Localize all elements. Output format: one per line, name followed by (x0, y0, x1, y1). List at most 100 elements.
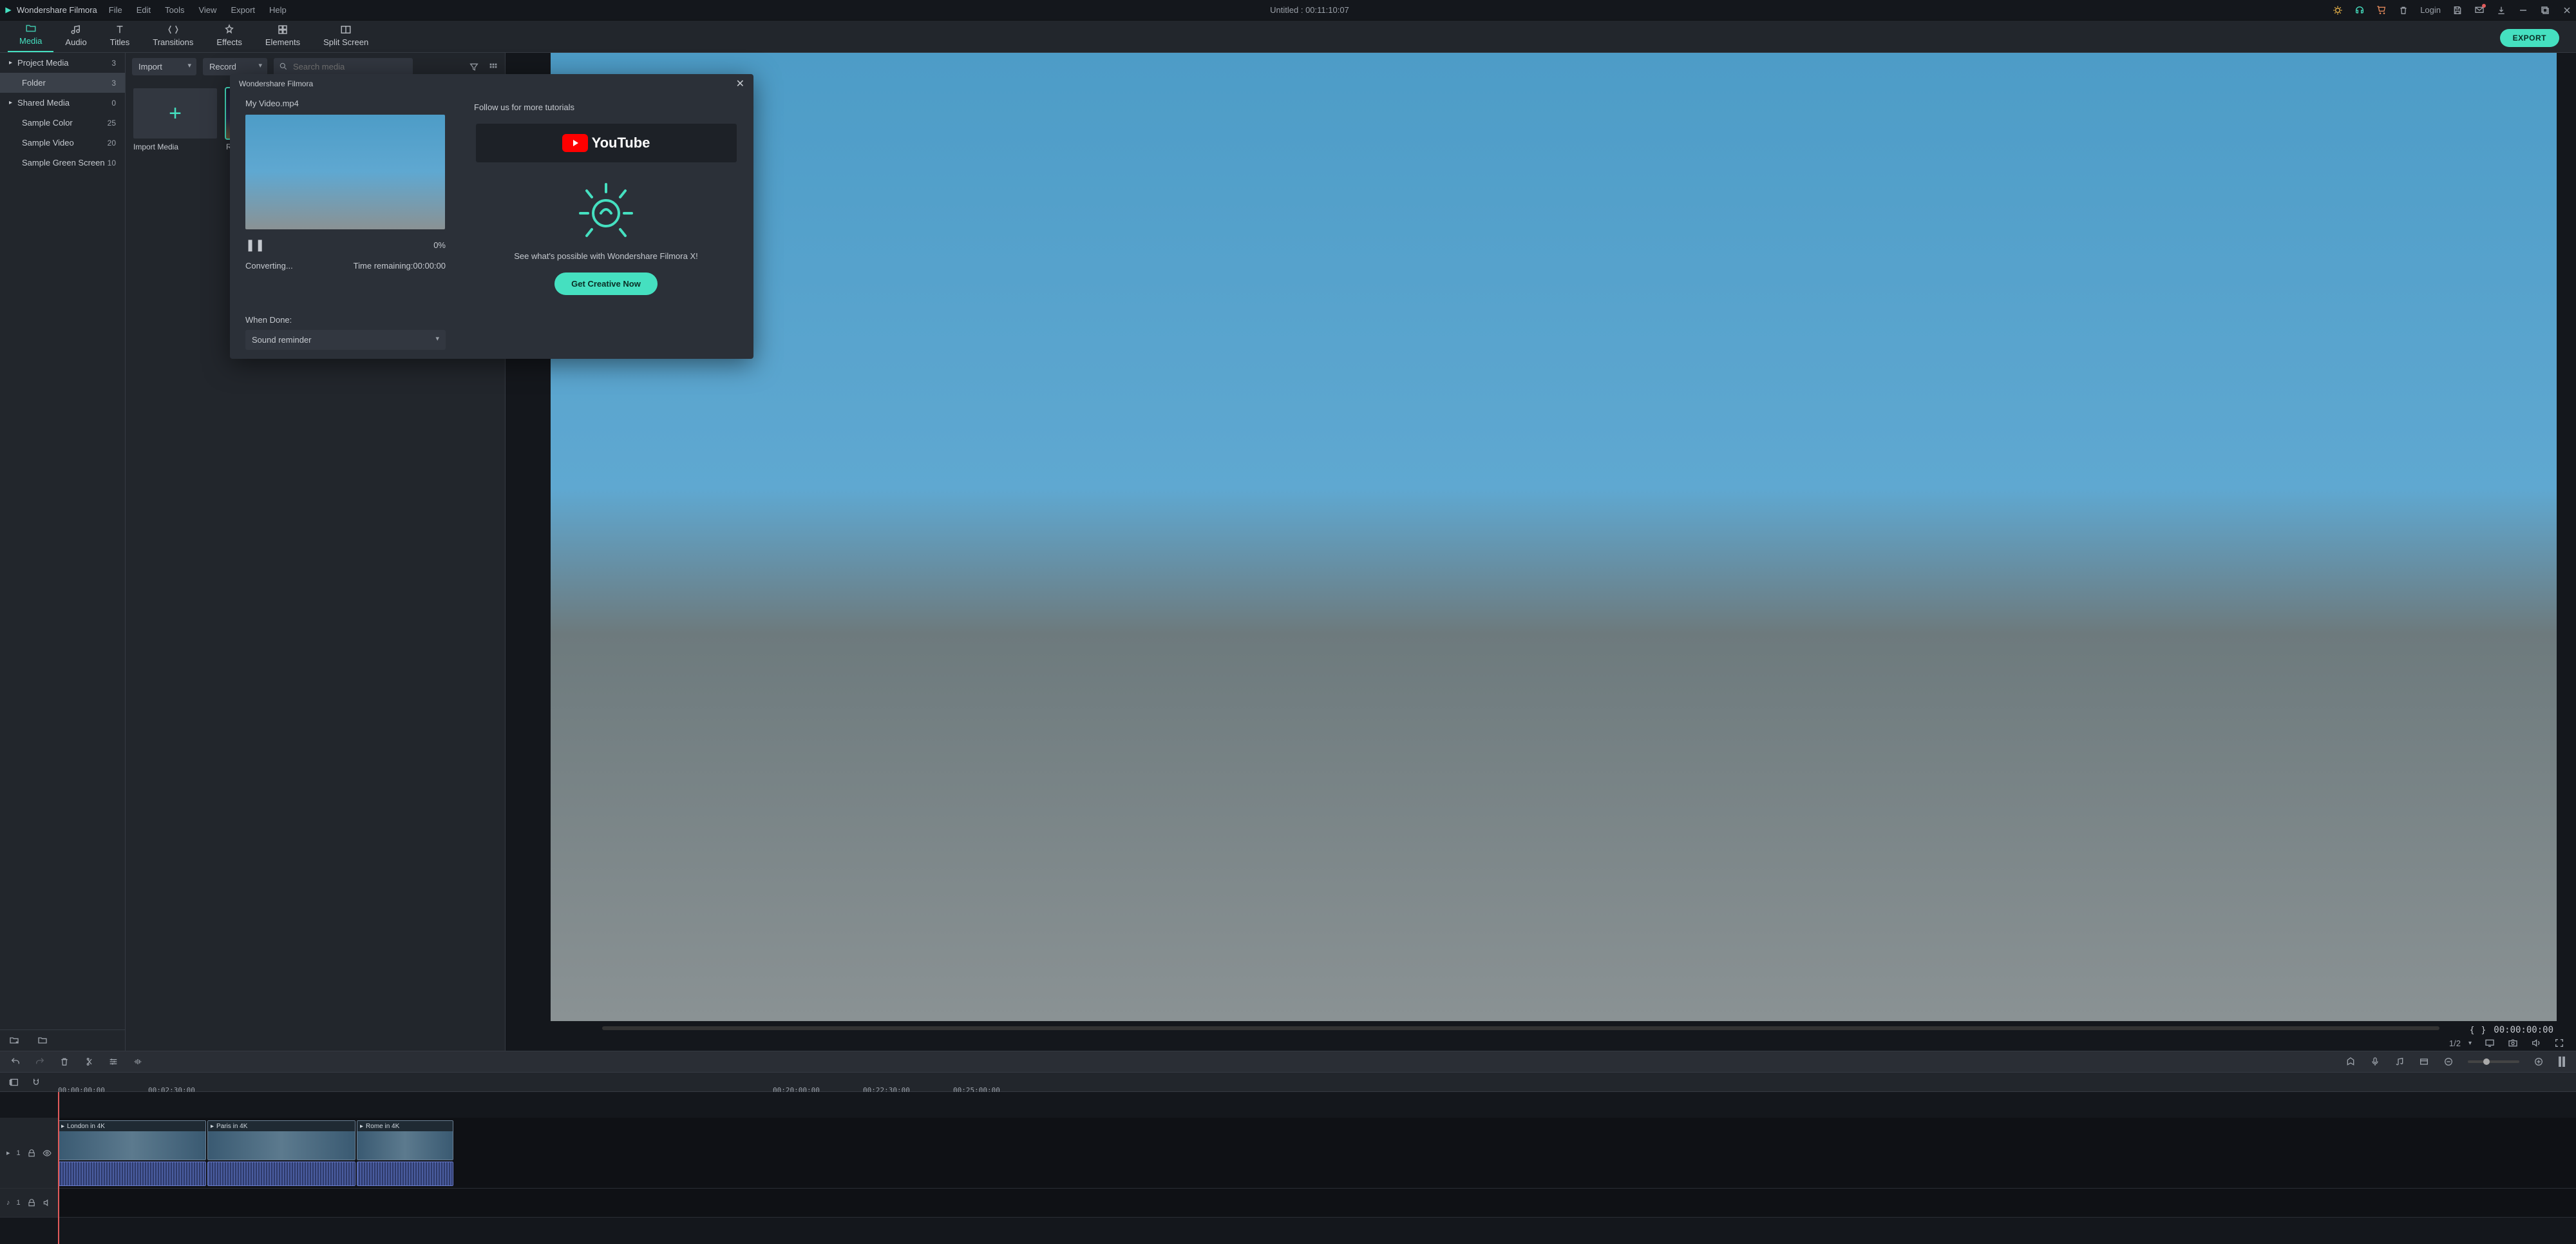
maximize-icon[interactable] (2540, 5, 2550, 15)
audio-track-header[interactable]: ♪ 1 (0, 1189, 58, 1217)
tab-audio[interactable]: Audio (53, 20, 98, 52)
timeline-clip[interactable]: ▸Rome in 4K (357, 1120, 453, 1160)
when-done-dropdown[interactable]: Sound reminder (245, 330, 446, 350)
adjust-icon[interactable] (108, 1057, 118, 1067)
redo-icon[interactable] (35, 1057, 45, 1067)
render-icon[interactable] (2419, 1057, 2429, 1067)
youtube-label: YouTube (592, 135, 650, 151)
support-icon[interactable] (2354, 5, 2365, 15)
sidebar-item-folder[interactable]: Folder 3 (0, 73, 125, 93)
new-folder-icon[interactable] (9, 1035, 19, 1046)
sidebar-item-sample-color[interactable]: Sample Color 25 (0, 113, 125, 133)
record-dropdown[interactable]: Record (203, 58, 267, 75)
timeline-audio-clip[interactable] (357, 1162, 453, 1186)
import-media-tile[interactable]: + Import Media (133, 88, 217, 151)
sidebar-item-label: Sample Green Screen (22, 158, 105, 167)
speaker-icon[interactable] (43, 1198, 52, 1208)
preview-scrubber[interactable] (602, 1026, 2439, 1030)
zoom-in-icon[interactable] (2533, 1057, 2544, 1067)
menu-view[interactable]: View (198, 5, 216, 15)
timeline-audio-clip[interactable] (58, 1162, 206, 1186)
clip-label: Rome in 4K (366, 1123, 399, 1130)
menu-edit[interactable]: Edit (137, 5, 151, 15)
get-creative-button[interactable]: Get Creative Now (554, 273, 658, 295)
login-button[interactable]: Login (2420, 5, 2441, 15)
follow-label: Follow us for more tutorials (474, 102, 574, 112)
timeline-clip[interactable]: ▸London in 4K (58, 1120, 206, 1160)
search-input[interactable] (274, 58, 413, 75)
eye-icon[interactable] (43, 1148, 52, 1158)
lock-icon[interactable] (27, 1198, 36, 1208)
when-done-value: Sound reminder (252, 335, 312, 345)
menu-help[interactable]: Help (269, 5, 287, 15)
zoom-out-icon[interactable] (2443, 1057, 2454, 1067)
tab-effects[interactable]: Effects (205, 20, 254, 52)
menu-file[interactable]: File (109, 5, 122, 15)
lock-icon[interactable] (27, 1148, 36, 1158)
page-indicator[interactable]: 1/2 ▾ (2449, 1038, 2472, 1048)
voiceover-icon[interactable] (2370, 1057, 2380, 1067)
export-dialog: Wondershare Filmora ✕ My Video.mp4 ❚❚ 0%… (230, 74, 753, 359)
sidebar-item-shared-media[interactable]: ▸Shared Media 0 (0, 93, 125, 113)
download-icon[interactable] (2496, 5, 2506, 15)
clip-label: London in 4K (67, 1123, 105, 1130)
tab-elements[interactable]: Elements (254, 20, 312, 52)
main-menu: File Edit Tools View Export Help (109, 5, 287, 15)
menu-export[interactable]: Export (231, 5, 255, 15)
zoom-slider[interactable] (2468, 1060, 2519, 1063)
audio-adjust-icon[interactable] (133, 1057, 143, 1067)
grid-view-icon[interactable] (488, 62, 498, 72)
display-icon[interactable] (2485, 1038, 2495, 1048)
minimize-icon[interactable] (2518, 5, 2528, 15)
tab-split-screen[interactable]: Split Screen (312, 20, 380, 52)
save-icon[interactable] (2452, 5, 2463, 15)
import-label: Import (138, 62, 162, 72)
track-manager-icon[interactable] (9, 1077, 19, 1087)
youtube-banner[interactable]: YouTube (476, 124, 737, 162)
page-label: 1/2 (2449, 1038, 2461, 1048)
audio-mix-icon[interactable] (2394, 1057, 2405, 1067)
preview-video[interactable] (551, 53, 2557, 1021)
sidebar-item-label: Sample Video (22, 138, 74, 148)
delete-icon[interactable] (59, 1057, 70, 1067)
trash-icon[interactable] (2398, 5, 2409, 15)
snapshot-icon[interactable] (2508, 1038, 2518, 1048)
dialog-close-icon[interactable]: ✕ (736, 77, 744, 90)
audio-track[interactable] (58, 1189, 2576, 1217)
tab-media[interactable]: Media (8, 19, 53, 52)
tips-icon[interactable] (2333, 5, 2343, 15)
pause-button[interactable]: ❚❚ (245, 238, 265, 252)
magnet-icon[interactable] (31, 1077, 41, 1087)
tab-titles[interactable]: Titles (99, 20, 142, 52)
close-icon[interactable] (2562, 5, 2572, 15)
mark-brackets[interactable]: {} (2470, 1026, 2486, 1035)
video-track[interactable]: ▸London in 4K ▸Paris in 4K ▸Rome in 4K (58, 1118, 2576, 1188)
folder-icon[interactable] (37, 1035, 48, 1046)
tab-media-label: Media (19, 36, 42, 46)
marker-icon[interactable] (2345, 1057, 2356, 1067)
sidebar-count: 25 (108, 119, 116, 128)
message-icon[interactable] (2474, 5, 2485, 15)
tab-transitions-label: Transitions (153, 37, 193, 47)
sidebar-item-project-media[interactable]: ▸Project Media 3 (0, 53, 125, 73)
tagline: See what's possible with Wondershare Fil… (514, 251, 697, 261)
volume-icon[interactable] (2531, 1038, 2541, 1048)
sidebar-item-sample-video[interactable]: Sample Video 20 (0, 133, 125, 153)
timeline-audio-clip[interactable] (207, 1162, 355, 1186)
cart-icon[interactable] (2376, 5, 2387, 15)
undo-icon[interactable] (10, 1057, 21, 1067)
fullscreen-icon[interactable] (2554, 1038, 2564, 1048)
timeline: ▸ 1 ▸London in 4K ▸Paris in 4K ▸Rome in … (0, 1092, 2576, 1244)
filter-icon[interactable] (469, 62, 479, 72)
zoom-fit-icon[interactable] (2558, 1056, 2566, 1067)
menu-tools[interactable]: Tools (165, 5, 184, 15)
import-dropdown[interactable]: Import (132, 58, 196, 75)
tab-transitions[interactable]: Transitions (141, 20, 205, 52)
sidebar-item-sample-green[interactable]: Sample Green Screen 10 (0, 153, 125, 173)
sidebar-item-label: Folder (22, 78, 46, 88)
split-icon[interactable] (84, 1057, 94, 1067)
timeline-clip[interactable]: ▸Paris in 4K (207, 1120, 355, 1160)
export-button[interactable]: EXPORT (2500, 29, 2559, 47)
chevron-down-icon[interactable]: ▾ (2468, 1040, 2472, 1047)
video-track-header[interactable]: ▸ 1 (0, 1118, 58, 1188)
